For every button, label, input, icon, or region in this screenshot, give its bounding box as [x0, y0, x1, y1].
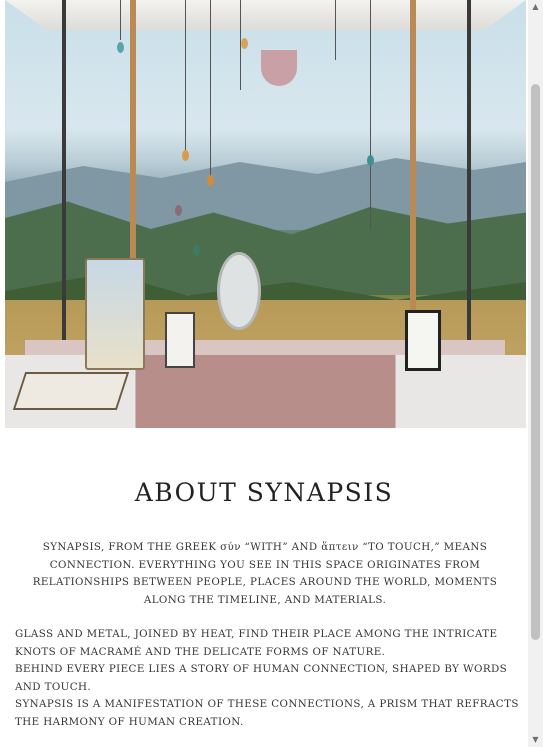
- tent-pole: [467, 0, 471, 360]
- hero-image: [5, 0, 526, 428]
- tent-canopy: [5, 0, 526, 30]
- hanging-string: [185, 0, 186, 150]
- tent-pole: [62, 0, 66, 360]
- body-paragraph: SYNAPSIS IS A MANIFESTATION OF THESE CON…: [15, 698, 519, 728]
- hanging-string: [370, 0, 371, 230]
- intro-paragraph: SYNAPSIS, FROM THE GREEK σύν “WITH” AND …: [32, 541, 498, 606]
- page-title: ABOUT SYNAPSIS: [134, 478, 394, 507]
- triangle-down-icon[interactable]: ▼: [528, 733, 543, 747]
- glass-bead: [117, 42, 124, 53]
- body-paragraph: BEHIND EVERY PIECE LIES A STORY OF HUMAN…: [15, 663, 508, 693]
- round-mirror: [217, 252, 261, 330]
- tent-pole: [410, 0, 416, 320]
- body-paragraph: GLASS AND METAL, JOINED BY HEAT, FIND TH…: [15, 628, 498, 658]
- hanging-string: [335, 0, 336, 60]
- hanging-string: [120, 0, 121, 40]
- glass-bead: [241, 38, 248, 49]
- glass-bead: [207, 175, 214, 186]
- hanging-string: [210, 0, 211, 180]
- picture-frame: [165, 312, 195, 368]
- crescent-pendant: [261, 50, 297, 86]
- vertical-scrollbar[interactable]: ▲ ▼: [528, 0, 543, 747]
- triangle-up-icon[interactable]: ▲: [528, 0, 543, 14]
- glass-bead: [193, 245, 200, 256]
- tent-pole: [130, 0, 136, 300]
- scrollbar-thumb[interactable]: [531, 84, 540, 640]
- glass-bead: [175, 205, 182, 216]
- glass-bead: [367, 155, 374, 166]
- page: ABOUT SYNAPSIS SYNAPSIS, FROM THE GREEK …: [0, 0, 528, 747]
- glass-bead: [182, 150, 189, 161]
- art-poster: [85, 258, 145, 370]
- picture-frame: [405, 310, 441, 371]
- open-book: [12, 372, 130, 410]
